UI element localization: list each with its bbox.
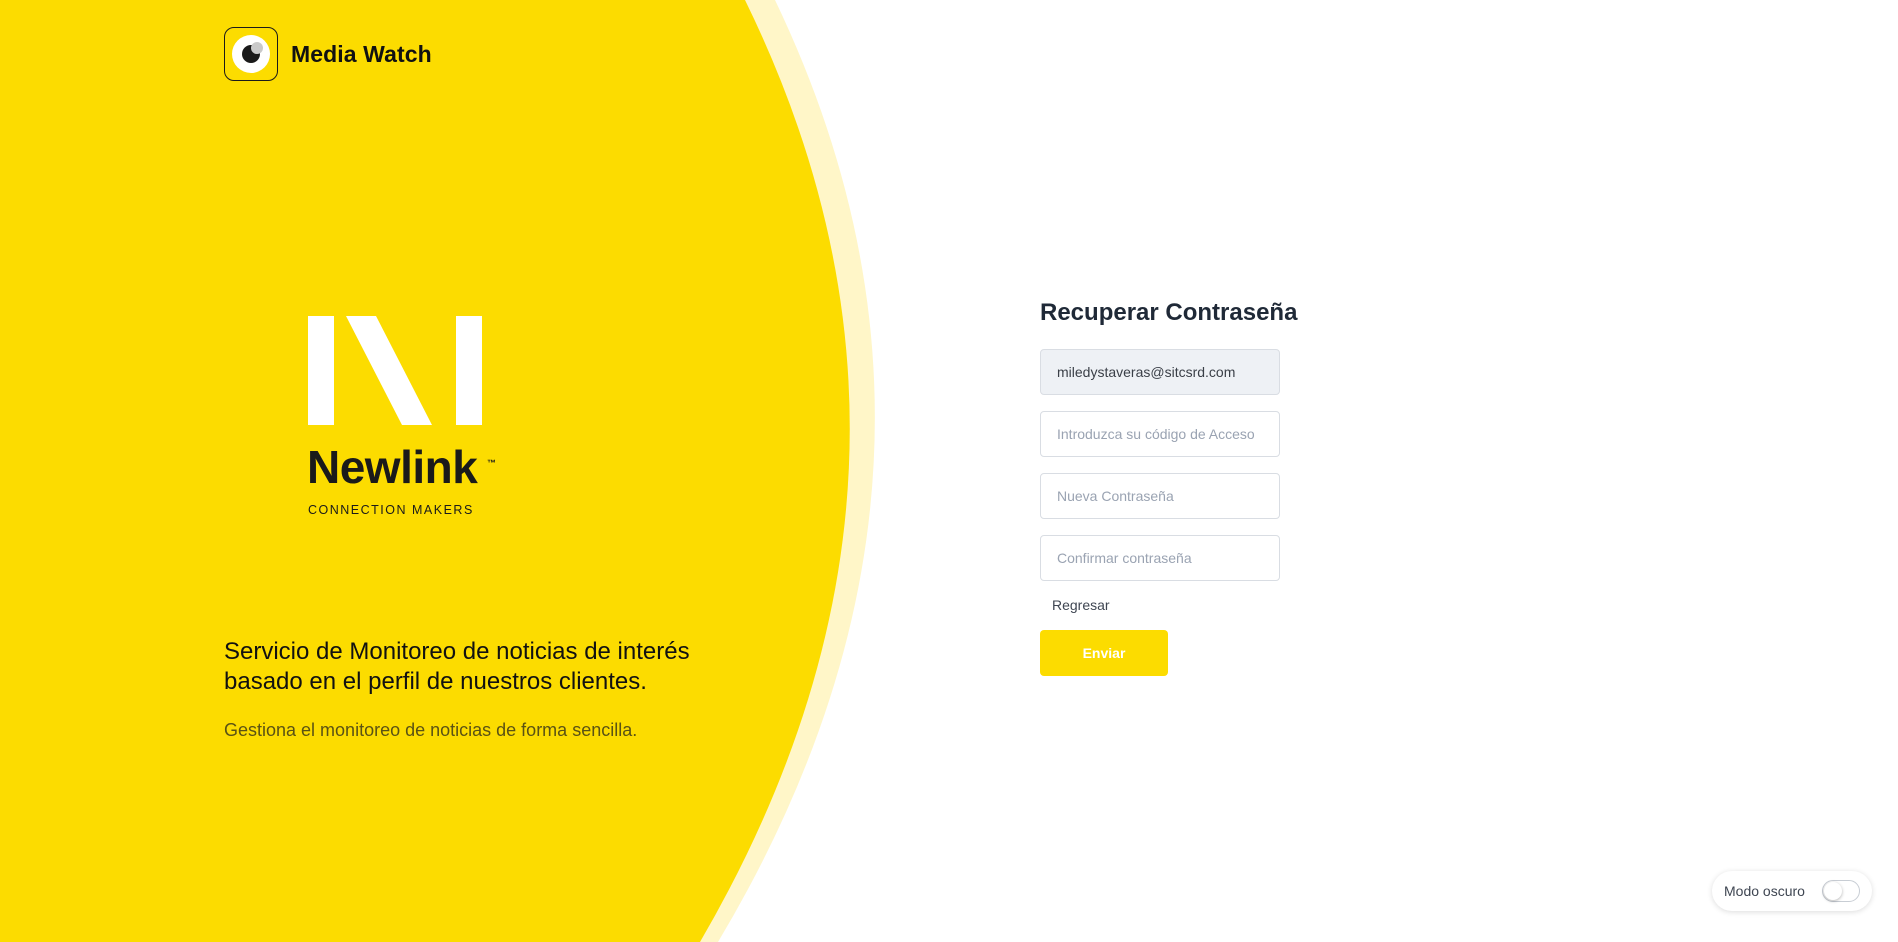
- form-title: Recuperar Contraseña: [1040, 299, 1298, 326]
- dark-mode-switch[interactable]: [1822, 880, 1860, 902]
- email-field[interactable]: [1040, 349, 1280, 395]
- app-name: Media Watch: [291, 40, 432, 67]
- new-password-field[interactable]: [1040, 473, 1280, 519]
- dark-mode-toggle[interactable]: Modo oscuro: [1712, 871, 1872, 911]
- newlink-wordmark: Newlink: [307, 441, 478, 493]
- hero-subtitle: Gestiona el monitoreo de noticias de for…: [224, 720, 638, 740]
- back-link[interactable]: Regresar: [1052, 597, 1110, 613]
- switch-knob: [1824, 882, 1842, 900]
- app-brand[interactable]: Media Watch: [224, 26, 432, 82]
- eye-icon: [224, 27, 278, 81]
- newlink-trademark: ™: [487, 458, 496, 468]
- recover-password-page: Media Watch Newlink ™ CONNECTION MAKERS …: [0, 0, 1898, 942]
- confirm-password-field[interactable]: [1040, 535, 1280, 581]
- hero-title: Servicio de Monitoreo de noticias de int…: [224, 638, 690, 695]
- submit-button[interactable]: Enviar: [1040, 630, 1168, 676]
- yellow-hero-background: [0, 0, 875, 942]
- dark-mode-label: Modo oscuro: [1724, 883, 1805, 899]
- recover-password-form: Recuperar Contraseña Regresar Enviar: [1040, 296, 1298, 676]
- newlink-tagline: CONNECTION MAKERS: [308, 503, 474, 517]
- access-code-field[interactable]: [1040, 411, 1280, 457]
